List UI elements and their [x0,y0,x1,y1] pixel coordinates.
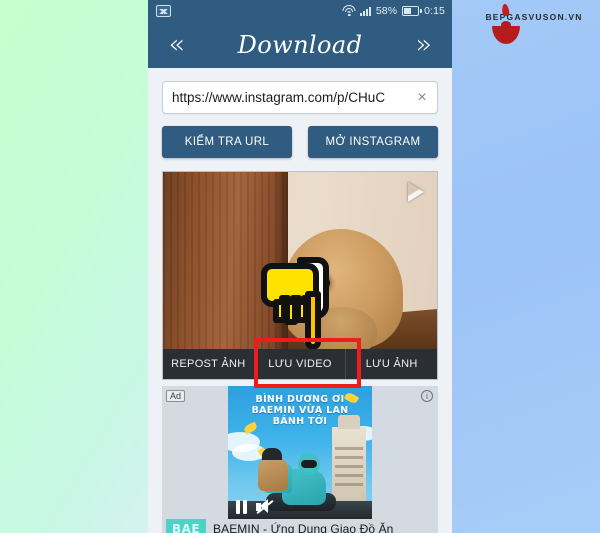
ad-controls[interactable] [236,499,274,514]
advertisement[interactable]: Ad i BÌNH DƯƠNG ƠI BAEMIN VỪA LAN BÁNH T… [162,386,438,533]
back-button[interactable]: « [168,31,185,58]
pause-icon[interactable] [236,499,247,514]
ad-footer[interactable]: BAE BAEMIN - Ứng Dụng Giao Đồ Ăn [162,519,438,533]
ad-creative[interactable]: BÌNH DƯƠNG ƠI BAEMIN VỪA LAN BÁNH TỚI [228,386,372,519]
clear-icon[interactable]: × [407,89,437,107]
background-right [448,0,600,533]
watermark-text: BEPGASVUSON.VN [485,12,583,22]
media-action-row: REPOST ẢNH LƯU VIDEO LƯU ẢNH [163,338,438,388]
ad-headline-line1: BÌNH DƯƠNG ƠI [255,394,345,405]
url-field-wrapper[interactable]: × [162,81,438,114]
check-url-button[interactable]: KIỂM TRA URL [162,126,292,158]
repost-photo-button[interactable]: REPOST ẢNH [163,349,254,379]
save-photo-button[interactable]: LƯU ẢNH [345,349,438,379]
page-title: Download [237,30,363,59]
media-card: REPOST ẢNH LƯU VIDEO LƯU ẢNH [162,171,438,388]
video-preview[interactable] [163,172,437,349]
ad-title[interactable]: BAEMIN - Ứng Dụng Giao Đồ Ăn [213,522,393,533]
dog-snout [305,307,377,349]
content-area: × KIỂM TRA URL MỞ INSTAGRAM [148,81,452,533]
play-icon[interactable] [408,182,424,202]
dog-eye [313,275,330,291]
ad-logo: BAE [166,519,206,533]
status-bar: 58% 0:15 [148,0,452,21]
background-left [0,0,152,533]
ad-headline-line2: BAEMIN VỪA LAN [251,405,349,416]
signal-bars-icon [359,6,371,16]
ad-badge: Ad [166,390,186,402]
forward-button[interactable]: » [415,31,432,58]
wooden-post [163,172,288,349]
watermark: BEPGASVUSON.VN [478,3,590,44]
app-bar: « Download » [148,21,452,68]
second-rider [258,448,288,491]
ad-headline: BÌNH DƯƠNG ƠI BAEMIN VỪA LAN BÁNH TỚI [228,386,372,427]
rider-head [298,453,320,475]
url-input[interactable] [172,90,407,105]
ad-headline-line3: BÁNH TỚI [272,416,328,427]
status-time: 0:15 [424,4,445,17]
phone-screen: 58% 0:15 « Download » × KIỂM TRA URL MỞ … [148,0,452,533]
mute-icon[interactable] [256,499,274,514]
wifi-icon [342,5,356,16]
image-icon [156,4,171,17]
battery-percent: 58% [375,4,398,17]
save-video-button[interactable]: LƯU VIDEO [253,349,346,379]
battery-icon [402,5,422,16]
action-button-row: KIỂM TRA URL MỞ INSTAGRAM [162,126,438,158]
info-icon[interactable]: i [421,390,433,402]
open-instagram-button[interactable]: MỞ INSTAGRAM [308,126,438,158]
